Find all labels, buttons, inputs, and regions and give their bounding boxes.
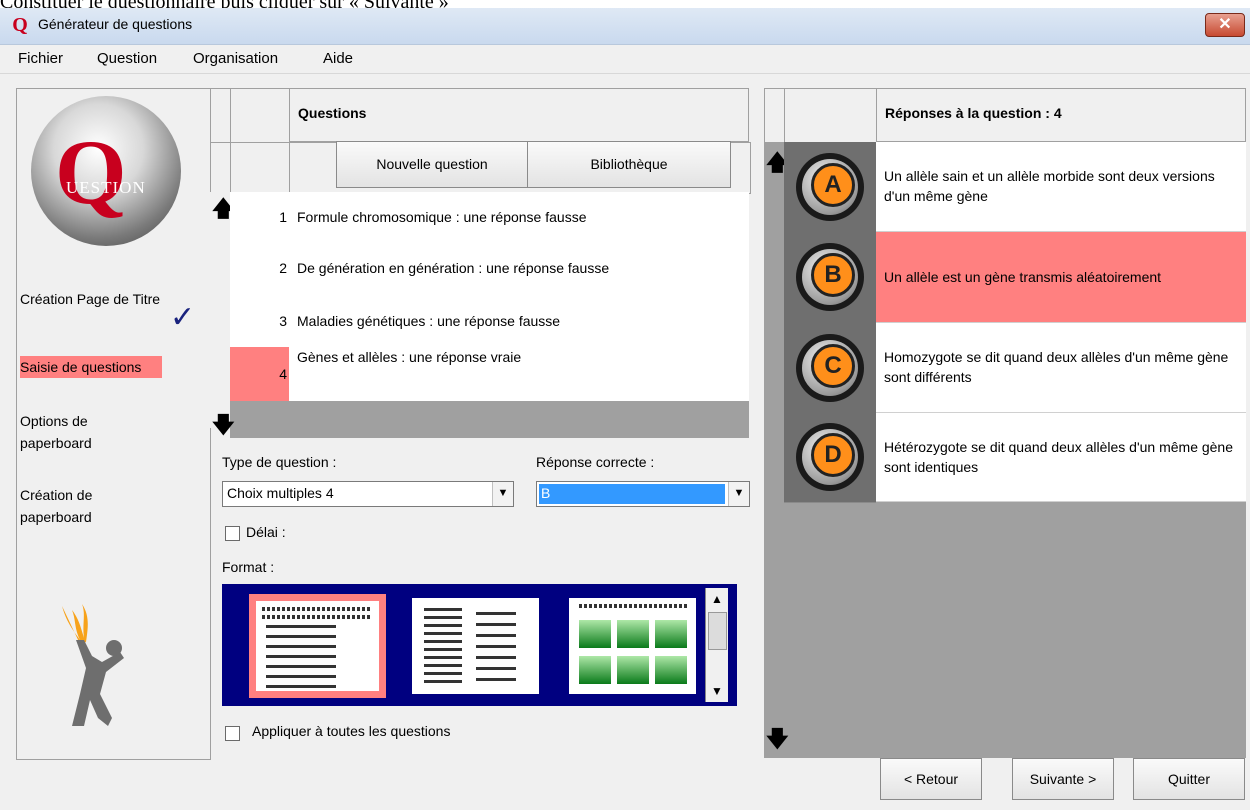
step-saisie-questions[interactable]: Saisie de questions [20, 356, 162, 378]
answer-c-text[interactable]: Homozygote se dit quand deux allèles d'u… [876, 323, 1246, 413]
questions-header: Questions [289, 88, 749, 142]
title-bar: Q Générateur de questions ✕ [0, 8, 1250, 45]
row-text: De génération en génération : une répons… [297, 260, 610, 276]
grid-corner-top [210, 88, 232, 143]
menu-organisation[interactable]: Organisation [193, 50, 278, 67]
answer-a-badge: A [796, 153, 864, 221]
application-window: Q Générateur de questions ✕ Fichier Ques… [0, 8, 1250, 810]
answers-empty-area [784, 502, 1246, 758]
question-type-label: Type de question : [222, 454, 337, 470]
table-row[interactable]: 1 Formule chromosomique : une réponse fa… [230, 192, 749, 244]
scroll-down-arrow-icon[interactable]: 🡇 [212, 408, 235, 446]
answer-letter: B [811, 253, 855, 297]
question-logo-letter: Q [55, 121, 127, 223]
check-icon: ✓ [170, 301, 196, 334]
row-text: Formule chromosomique : une réponse faus… [297, 209, 587, 225]
table-row[interactable]: 3 Maladies génétiques : une réponse faus… [230, 295, 749, 348]
answer-letter: D [811, 433, 855, 477]
answers-header: Réponses à la question : 4 [876, 88, 1246, 142]
format-label: Format : [222, 559, 275, 575]
answers-letter-header [784, 88, 878, 144]
answers-scroll-gutter [764, 142, 784, 758]
step-creation-paperboard[interactable]: Création de paperboard [20, 484, 162, 528]
grid-corner-mid [210, 142, 232, 194]
answer-d-badge: D [796, 423, 864, 491]
grid-num-header [230, 88, 291, 144]
chevron-down-icon[interactable]: ▼ [728, 482, 749, 506]
window-title: Générateur de questions [38, 16, 193, 32]
back-button[interactable]: < Retour [880, 758, 982, 800]
row-text: Gènes et allèles : une réponse vraie [297, 349, 522, 365]
grid-num-subheader [230, 142, 291, 194]
correct-answer-value: B [541, 485, 551, 501]
row-number: 3 [279, 313, 287, 329]
row-number: 1 [279, 209, 287, 225]
format-option-image-grid[interactable] [569, 598, 696, 694]
format-picker[interactable]: ▲ ▼ [222, 584, 737, 706]
menu-question[interactable]: Question [97, 50, 157, 67]
quit-button[interactable]: Quitter [1133, 758, 1245, 800]
apply-all-checkbox[interactable] [225, 726, 240, 741]
menu-aide[interactable]: Aide [323, 50, 353, 67]
row-number: 2 [279, 260, 287, 276]
table-row[interactable]: 2 De génération en génération : une répo… [230, 243, 749, 296]
answer-letter: C [811, 344, 855, 388]
step-creation-page-titre[interactable]: Création Page de Titre [20, 288, 162, 310]
new-question-button[interactable]: Nouvelle question [336, 141, 528, 188]
answer-b-badge: B [796, 243, 864, 311]
answer-c-badge: C [796, 334, 864, 402]
correct-answer-label: Réponse correcte : [536, 454, 655, 470]
answer-letter: A [811, 163, 855, 207]
question-type-select[interactable]: Choix multiples 4 ▼ [222, 481, 514, 507]
answer-b-text[interactable]: Un allèle est un gène transmis aléatoire… [876, 232, 1246, 323]
format-scrollbar[interactable]: ▲ ▼ [705, 588, 728, 702]
question-logo-word: UESTION [66, 178, 146, 197]
torch-runner-icon [62, 604, 124, 726]
menu-bar: Fichier Question Organisation Aide [0, 45, 1250, 74]
library-button[interactable]: Bibliothèque [527, 141, 731, 188]
answers-scroll-down-icon[interactable]: 🡇 [766, 722, 789, 760]
questions-empty-area [230, 401, 749, 438]
answer-d-text[interactable]: Hétérozygote se dit quand deux allèles d… [876, 413, 1246, 502]
correct-answer-select[interactable]: B ▼ [536, 481, 750, 507]
step-options-paperboard[interactable]: Options de paperboard [20, 410, 162, 454]
chevron-down-icon[interactable]: ▼ [492, 482, 513, 506]
delay-label: Délai : [246, 524, 286, 540]
table-row-selected[interactable]: 4 Gènes et allèles : une réponse vraie [230, 347, 749, 402]
app-q-icon: Q [12, 14, 28, 36]
row-text: Maladies génétiques : une réponse fausse [297, 313, 561, 329]
format-option-selected[interactable] [249, 594, 386, 698]
chevron-down-icon[interactable]: ▼ [706, 680, 728, 702]
apply-all-label: Appliquer à toutes les questions [252, 723, 451, 739]
chevron-up-icon[interactable]: ▲ [706, 588, 728, 610]
question-type-value: Choix multiples 4 [227, 485, 334, 501]
format-option-two-column[interactable] [412, 598, 539, 694]
delay-checkbox[interactable] [225, 526, 240, 541]
row-number: 4 [279, 366, 287, 382]
answer-a-text[interactable]: Un allèle sain et un allèle morbide sont… [876, 142, 1246, 232]
menu-fichier[interactable]: Fichier [18, 50, 63, 67]
answers-corner [764, 88, 786, 144]
next-button[interactable]: Suivante > [1012, 758, 1114, 800]
close-button[interactable]: ✕ [1205, 13, 1245, 37]
